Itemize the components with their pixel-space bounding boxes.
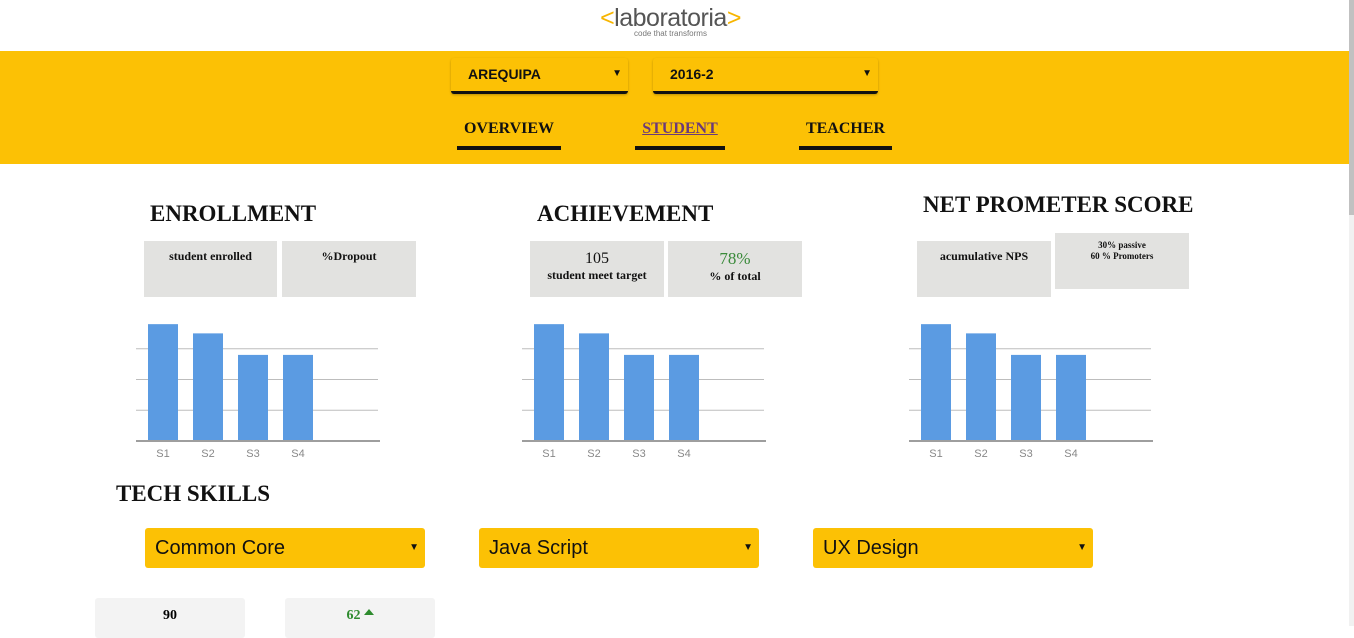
tab-overview[interactable]: OVERVIEW	[457, 118, 561, 150]
bar-s4	[1056, 354, 1086, 441]
bar-s2	[966, 333, 996, 441]
cumulative-nps-label: acumulative NPS	[939, 249, 1029, 263]
tick-label-s2: S2	[974, 448, 987, 460]
tick-label-s2: S2	[201, 448, 214, 460]
promoters-label: 60 % Promoters	[1090, 251, 1154, 261]
student-enrolled-label: student enrolled	[169, 249, 252, 263]
student-enrolled-box: student enrolled	[144, 241, 277, 297]
skill-select-value: Common Core	[155, 537, 286, 559]
tick-label-s1: S1	[542, 448, 555, 460]
skill-select-java-script[interactable]: Java Script ▼	[479, 528, 759, 568]
logo-bar: <laboratoria> code that transforms	[0, 0, 1354, 51]
chevron-down-icon: ▼	[862, 68, 872, 79]
tick-label-s1: S1	[929, 448, 942, 460]
bar-chart-svg: S1 S2 S3 S4	[909, 324, 1153, 460]
bar-s1	[148, 324, 178, 441]
bar-s3	[624, 354, 654, 441]
score-card: 62	[285, 598, 435, 638]
tech-skills-title: TECH SKILLS	[116, 481, 271, 506]
skill-select-value: UX Design	[823, 537, 919, 559]
bar-s4	[669, 354, 699, 441]
score-card: 90	[95, 598, 245, 638]
meet-target-label: student meet target	[547, 268, 647, 282]
bar-s2	[579, 333, 609, 441]
tick-label-s2: S2	[587, 448, 600, 460]
skill-select-value: Java Script	[489, 537, 588, 559]
skill-select-ux-design[interactable]: UX Design ▼	[813, 528, 1093, 568]
laboratoria-logo[interactable]: <laboratoria> code that transforms	[593, 4, 748, 38]
trend-up-icon	[363, 609, 374, 615]
city-select[interactable]: AREQUIPA ▼	[451, 58, 628, 94]
tab-teacher[interactable]: TEACHER	[799, 118, 892, 150]
chevron-down-icon: ▼	[743, 542, 753, 553]
score-value: 90	[163, 608, 177, 623]
percent-total-box: 78% % of total	[668, 241, 802, 297]
chevron-down-icon: ▼	[1077, 542, 1087, 553]
bar-s4	[283, 354, 313, 441]
passive-label: 30% passive	[1098, 240, 1146, 250]
chevron-down-icon: ▼	[612, 68, 622, 79]
score-value: 62	[346, 608, 361, 623]
tick-label-s3: S3	[632, 448, 645, 460]
tick-label-s3: S3	[246, 448, 259, 460]
bar-s2	[193, 333, 223, 441]
skill-select-common-core[interactable]: Common Core ▼	[145, 528, 425, 568]
nps-chart: S1 S2 S3 S4	[903, 310, 1163, 460]
cumulative-nps-box: acumulative NPS	[917, 241, 1051, 297]
meet-target-box: 105 student meet target	[530, 241, 664, 297]
scrollbar[interactable]	[1349, 0, 1354, 626]
enrollment-title: ENROLLMENT	[150, 201, 317, 226]
tab-student[interactable]: STUDENT	[635, 118, 725, 150]
term-select[interactable]: 2016-2 ▼	[653, 58, 878, 94]
enrollment-chart: S1 S2 S3 S4	[130, 310, 390, 460]
bar-s3	[1011, 354, 1041, 441]
achievement-title: ACHIEVEMENT	[537, 201, 714, 226]
chevron-down-icon: ▼	[409, 542, 419, 553]
city-select-value: AREQUIPA	[468, 66, 541, 82]
percent-total-label: % of total	[709, 269, 761, 283]
nps-breakdown-box: 30% passive 60 % Promoters	[1055, 233, 1189, 289]
tick-label-s4: S4	[1064, 448, 1077, 460]
bar-s3	[238, 354, 268, 441]
bar-s1	[921, 324, 951, 441]
logo-text: <laboratoria>	[600, 4, 741, 32]
dropout-label: %Dropout	[321, 249, 377, 263]
tick-label-s4: S4	[677, 448, 690, 460]
tick-label-s1: S1	[156, 448, 169, 460]
nps-title: NET PROMETER SCORE	[923, 192, 1194, 217]
tick-label-s3: S3	[1019, 448, 1032, 460]
percent-total-value: 78%	[719, 249, 751, 268]
term-select-value: 2016-2	[670, 66, 714, 82]
meet-target-value: 105	[585, 250, 609, 267]
scrollbar-thumb[interactable]	[1349, 0, 1354, 215]
bar-chart-svg: S1 S2 S3 S4	[136, 324, 380, 460]
tick-label-s4: S4	[291, 448, 304, 460]
dropout-box: %Dropout	[282, 241, 416, 297]
bar-s1	[534, 324, 564, 441]
bar-chart-svg: S1 S2 S3 S4	[522, 324, 766, 460]
achievement-chart: S1 S2 S3 S4	[516, 310, 776, 460]
